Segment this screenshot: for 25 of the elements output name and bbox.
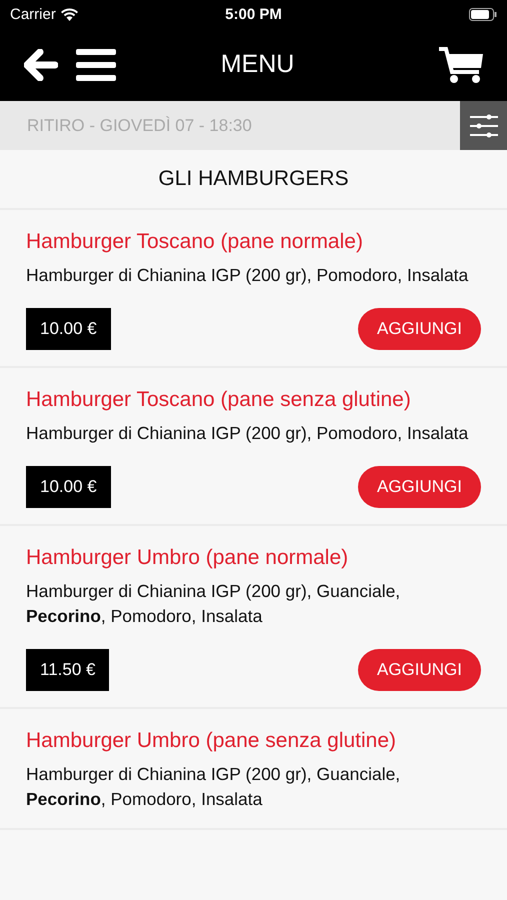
wifi-icon [60,8,78,20]
product-name: Hamburger Umbro (pane senza glutine) [26,729,398,753]
add-button[interactable]: AGGIUNGI [358,466,481,508]
header-title: MENU [220,50,296,79]
price-label: 10.00 € [26,308,111,350]
status-time: 5:00 PM [225,6,282,22]
product-name: Hamburger Toscano (pane normale) [26,230,364,254]
menu-icon[interactable] [76,48,116,82]
back-arrow-icon[interactable] [24,48,58,80]
add-button[interactable]: AGGIUNGI [358,649,481,691]
add-button[interactable]: AGGIUNGI [358,308,481,350]
price-label: 10.00 € [26,466,111,508]
filter-sliders-icon[interactable] [460,101,507,150]
section-title: GLI HAMBURGERS [158,167,349,191]
product-name: Hamburger Toscano (pane senza glutine) [26,388,412,412]
battery-icon [469,8,497,20]
price-label: 11.50 € [26,649,110,691]
product-description: Hamburger di Chianina IGP (200 gr), Pomodoro, Insalata [26,264,470,287]
product-description: Hamburger di Chianina IGP (200 gr), Guanciale, Pecorino, Pomodoro, Insalata [26,580,402,628]
product-name: Hamburger Umbro (pane normale) [26,546,350,570]
carrier-label: Carrier [10,6,56,22]
product-description: Hamburger di Chianina IGP (200 gr), Pomodoro, Insalata [26,422,470,445]
product-description: Hamburger di Chianina IGP (200 gr), Guanciale, Pecorino, Pomodoro, Insalata [26,763,402,811]
pickup-info: RITIRO - GIOVEDÌ 07 - 18:30 [26,116,253,136]
cart-icon[interactable] [439,46,483,84]
